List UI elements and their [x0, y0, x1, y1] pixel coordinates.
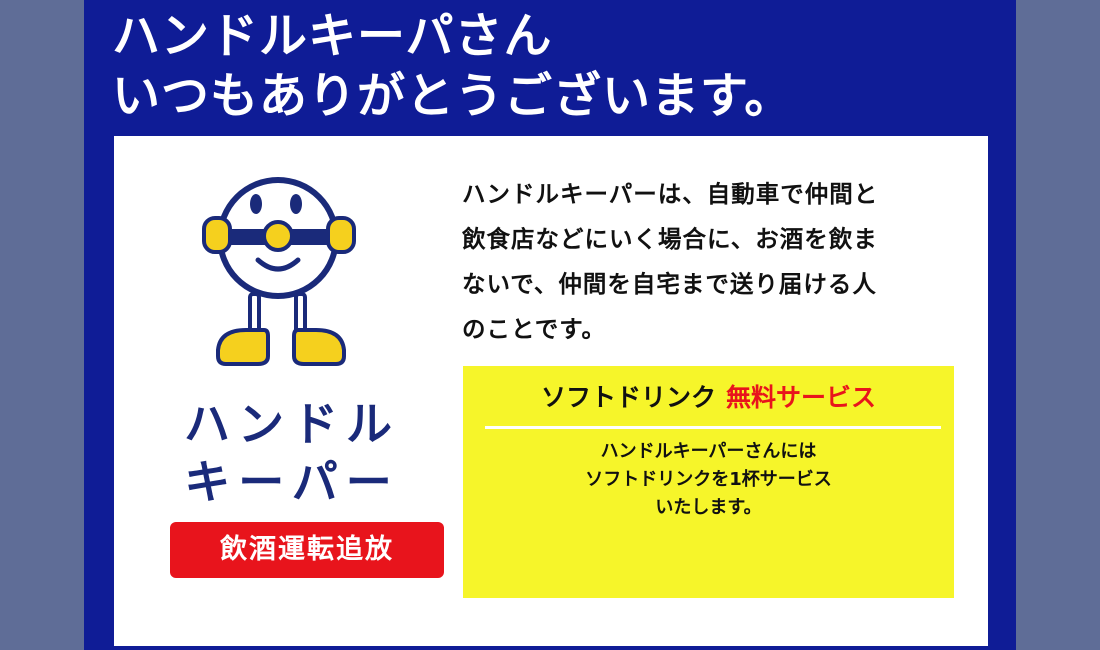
- offer-title: ソフトドリンク 無料サービス: [463, 380, 954, 416]
- steering-wheel-mascot-icon: [202, 177, 356, 366]
- drunk-driving-badge: 飲酒運転追放: [170, 522, 444, 578]
- offer-body-text: ハンドルキーパーさんには ソフトドリンクを1杯サービス いたします。: [585, 441, 832, 518]
- offer-divider: [485, 426, 941, 429]
- poster: ハンドルキーパさん いつもありがとうございます。 ハンドル キーパー 飲酒運転追…: [84, 0, 1016, 650]
- logo-text-line-1: ハンドル: [184, 397, 400, 451]
- headline: ハンドルキーパさん いつもありがとうございます。: [112, 6, 793, 126]
- content-card: ハンドル キーパー 飲酒運転追放 ハンドルキーパーは、自動車で仲間と 飲食店など…: [114, 136, 988, 646]
- offer-title-free-service: 無料サービス: [726, 383, 877, 412]
- description-text: ハンドルキーパーは、自動車で仲間と 飲食店などにいく場合に、お酒を飲ま ないで、…: [462, 180, 879, 343]
- headline-line-1: ハンドルキーパさん: [112, 8, 553, 64]
- logo-text-line-2: キーパー: [184, 455, 400, 509]
- headline-line-2: いつもありがとうございます。: [112, 68, 794, 124]
- offer-title-soft-drink: ソフトドリンク: [540, 383, 716, 412]
- free-drink-offer-box: ソフトドリンク 無料サービス ハンドルキーパーさんには ソフトドリンクを1杯サービ…: [463, 366, 954, 598]
